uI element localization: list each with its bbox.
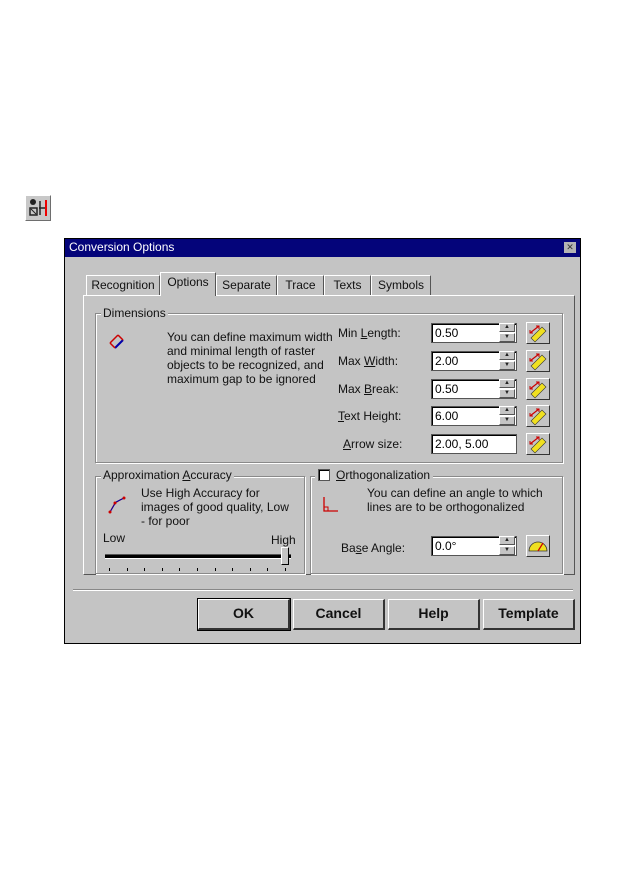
ruler-measure-icon [529, 408, 547, 426]
spin-up-button[interactable]: ▲ [499, 536, 515, 545]
conversion-options-dialog: Conversion Options ✕ Recognition Options… [64, 238, 581, 644]
spin-down-button[interactable]: ▼ [499, 416, 515, 425]
template-button[interactable]: Template [483, 599, 575, 630]
spin-up-button[interactable]: ▲ [499, 379, 515, 388]
slider-tick [161, 568, 163, 571]
tab-options[interactable]: Options [160, 272, 216, 296]
approximation-legend: Approximation Accuracy [101, 468, 234, 482]
right-angle-icon [321, 495, 341, 520]
slider-tick [179, 568, 181, 571]
dimension-label: Text Height: [338, 409, 402, 423]
ruler-measure-icon [529, 325, 547, 343]
dimension-label: Min Length: [338, 326, 401, 340]
dimension-spinner[interactable]: ▲ ▼ [499, 323, 515, 343]
spin-up-button[interactable]: ▲ [499, 351, 515, 360]
tab-separate[interactable]: Separate [216, 275, 277, 295]
dimension-spinner[interactable]: ▲ ▼ [499, 379, 515, 399]
dimension-spinner[interactable]: ▲ ▼ [499, 406, 515, 426]
tab-trace[interactable]: Trace [277, 275, 324, 295]
slider-low-label: Low [103, 531, 126, 545]
tab-label: Recognition [91, 278, 155, 292]
help-button[interactable]: Help [388, 599, 480, 630]
accuracy-slider-thumb[interactable] [281, 547, 289, 565]
title-bar[interactable]: Conversion Options ✕ [65, 239, 580, 257]
dimensions-legend: Dimensions [101, 306, 168, 320]
close-icon[interactable]: ✕ [564, 242, 576, 253]
slider-tick [232, 568, 234, 571]
spin-up-button[interactable]: ▲ [499, 323, 515, 332]
dimension-label: Arrow size: [343, 437, 403, 451]
orthogonalization-label: Orthogonalization [336, 468, 431, 482]
spin-down-button[interactable]: ▼ [499, 361, 515, 370]
dialog-title: Conversion Options [69, 240, 175, 254]
accuracy-slider-track[interactable] [105, 554, 291, 559]
base-angle-label: Base Angle: [341, 541, 406, 555]
orthogonalization-checkbox-row[interactable]: Orthogonalization [315, 468, 434, 482]
tab-label: Symbols [377, 278, 424, 292]
slider-high-label: High [271, 533, 296, 547]
polyline-accuracy-icon [107, 494, 129, 521]
dimension-label: Max Break: [338, 382, 399, 396]
spin-down-button[interactable]: ▼ [499, 333, 515, 342]
slider-tick [144, 568, 146, 571]
conversion-options-icon[interactable] [25, 195, 51, 221]
tab-label: Trace [285, 278, 316, 292]
tab-label: Texts [333, 278, 362, 292]
dimension-value-input[interactable]: 2.00, 5.00 [431, 434, 517, 454]
ruler-diagonal-icon [107, 331, 127, 356]
spin-down-button[interactable]: ▼ [499, 546, 515, 555]
slider-tick [285, 568, 286, 571]
orthogonalization-description: You can define an angle to which lines a… [367, 486, 543, 514]
approximation-description: Use High Accuracy for images of good qua… [141, 486, 289, 528]
ruler-measure-icon [529, 381, 547, 399]
measure-pick-button[interactable] [526, 378, 550, 400]
slider-tick [214, 568, 216, 571]
measure-pick-button[interactable] [526, 433, 550, 455]
measure-pick-button[interactable] [526, 405, 550, 427]
dimensions-description: You can define maximum width and minimal… [167, 330, 333, 386]
spin-down-button[interactable]: ▼ [499, 389, 515, 398]
separator [73, 589, 573, 591]
tab-symbols[interactable]: Symbols [371, 275, 431, 295]
measure-pick-button[interactable] [526, 322, 550, 344]
dimension-label: Max Width: [338, 354, 399, 368]
protractor-icon [528, 541, 548, 552]
ruler-measure-icon [529, 436, 547, 454]
slider-tick [249, 568, 251, 571]
spin-up-button[interactable]: ▲ [499, 406, 515, 415]
slider-tick [197, 568, 198, 571]
ruler-measure-icon [529, 353, 547, 371]
tab-recognition[interactable]: Recognition [86, 275, 160, 295]
slider-tick [109, 568, 110, 571]
cancel-button[interactable]: Cancel [293, 599, 385, 630]
dimension-spinner[interactable]: ▲ ▼ [499, 351, 515, 371]
protractor-pick-button[interactable] [526, 535, 550, 557]
tab-label: Options [167, 275, 209, 289]
ok-button[interactable]: OK [197, 598, 291, 631]
tab-texts[interactable]: Texts [324, 275, 371, 295]
base-angle-spinner[interactable]: ▲ ▼ [499, 536, 515, 556]
tab-label: Separate [222, 278, 271, 292]
orthogonalization-checkbox[interactable] [318, 469, 330, 481]
slider-tick [267, 568, 269, 571]
slider-tick [126, 568, 128, 571]
measure-pick-button[interactable] [526, 350, 550, 372]
